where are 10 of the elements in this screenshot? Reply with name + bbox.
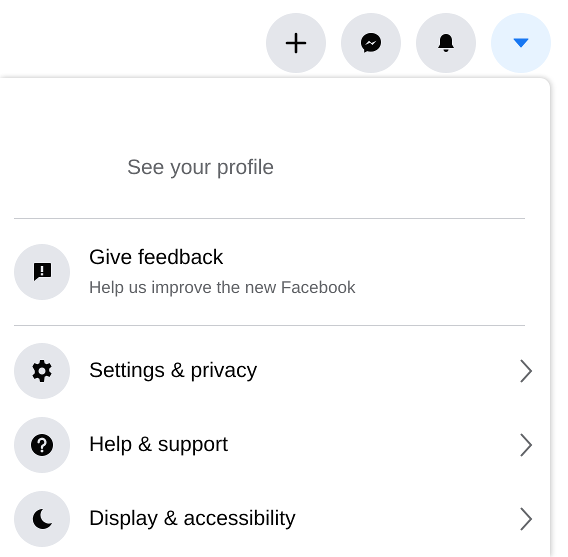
menu-item[interactable]: Settings & privacy (14, 334, 533, 408)
menu-item-label: Display & accessibility (89, 507, 297, 531)
profile-link[interactable]: See your profile (127, 156, 274, 180)
feedback-item[interactable]: Give feedback Help us improve the new Facebook (14, 219, 525, 325)
menu-item[interactable]: Display & accessibility (14, 482, 533, 556)
feedback-subtitle: Help us improve the new Facebook (89, 278, 356, 298)
feedback-title: Give feedback (89, 246, 224, 270)
menu-item-label: Help & support (89, 433, 229, 457)
menu-item-label: Settings & privacy (89, 359, 258, 383)
menu-item[interactable]: Help & support (14, 408, 533, 482)
